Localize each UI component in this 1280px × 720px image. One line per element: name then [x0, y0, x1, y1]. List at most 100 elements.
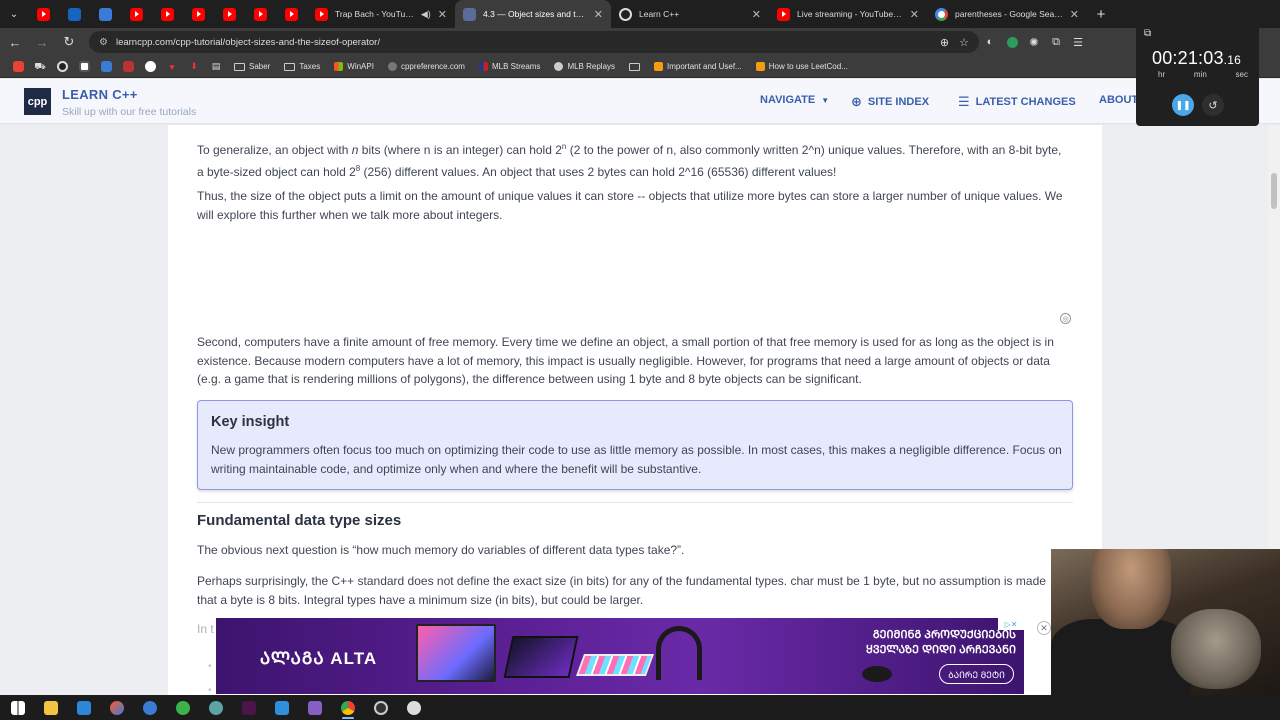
tab-trap-bach[interactable]: Trap Bach - YouTube ◀) ✕	[307, 0, 455, 28]
bookmark-folder-taxes[interactable]: Taxes	[278, 62, 326, 71]
pinned-tab[interactable]	[183, 0, 214, 28]
tab-learn-cpp[interactable]: Learn C++ ✕	[611, 0, 769, 28]
bookmark-document-icon[interactable]: ▤	[206, 57, 226, 77]
site-logo[interactable]: cpp	[24, 88, 51, 115]
bookmark-label: MLB Replays	[567, 62, 616, 71]
tab-object-sizes[interactable]: 4.3 — Object sizes and the size ✕	[455, 0, 611, 28]
app-icon[interactable]	[105, 697, 129, 719]
tab-google-search[interactable]: parentheses - Google Search ✕	[927, 0, 1087, 28]
close-tab-icon[interactable]: ✕	[438, 8, 447, 21]
article-content: To generalize, an object with n bits (wh…	[168, 125, 1102, 695]
bookmark-gmail-icon[interactable]	[8, 57, 28, 77]
extension-icon[interactable]: ☰	[1067, 31, 1089, 53]
timer-app-icon[interactable]	[402, 697, 426, 719]
bookmark-instagram-icon[interactable]	[74, 57, 94, 77]
forward-button[interactable]: →	[30, 30, 54, 54]
laptop-image	[503, 636, 579, 678]
pinned-tab[interactable]	[245, 0, 276, 28]
pinned-tab[interactable]	[214, 0, 245, 28]
pinned-tab[interactable]	[59, 0, 90, 28]
youtube-icon	[254, 7, 267, 21]
bookmark-folder-saber[interactable]: Saber	[228, 62, 276, 71]
scrollbar-thumb[interactable]	[1271, 173, 1277, 209]
app-icon[interactable]	[171, 697, 195, 719]
ad-info-icon[interactable]: ◎	[1060, 313, 1071, 324]
bookmark-heart-icon[interactable]: ♥	[162, 57, 182, 77]
bookmark-mlb-streams[interactable]: MLB Streams	[473, 62, 546, 71]
bookmark-label: How to use LeetCod...	[768, 62, 848, 71]
bullet-list: • •	[208, 655, 212, 695]
browser-toolbar: ← → ↻ ⚙ learncpp.com/cpp-tutorial/object…	[0, 28, 1280, 56]
back-button[interactable]: ←	[3, 30, 27, 54]
webcam-overlay	[1051, 549, 1280, 695]
bookmark-star-icon[interactable]: ☆	[959, 36, 969, 49]
bookmark-download-icon[interactable]: ⬇	[184, 57, 204, 77]
bookmark-car-icon[interactable]: ⛟	[30, 57, 50, 77]
nav-label: NAVIGATE	[760, 94, 816, 106]
close-tab-icon[interactable]: ✕	[594, 8, 603, 21]
ad-cta-button[interactable]: ᲑᲐᲘᲠᲔ ᲛᲔᲢᲘ	[939, 664, 1014, 684]
app-icon[interactable]	[138, 697, 162, 719]
bookmark-shield-icon[interactable]	[118, 57, 138, 77]
close-tab-icon[interactable]: ✕	[910, 8, 919, 21]
bookmark-mlb-replays[interactable]: MLB Replays	[548, 62, 621, 71]
close-tab-icon[interactable]: ✕	[752, 8, 761, 21]
reset-button[interactable]: ↺	[1202, 94, 1224, 116]
tab-title: parentheses - Google Search	[955, 9, 1063, 19]
youtube-icon	[777, 7, 790, 21]
youtube-icon	[161, 7, 174, 21]
unit-sec: sec	[1235, 70, 1248, 79]
pinned-tab[interactable]	[276, 0, 307, 28]
pause-button[interactable]: ❚❚	[1172, 94, 1194, 116]
nav-latest-changes[interactable]: ☰ LATEST CHANGES	[958, 94, 1076, 110]
reload-button[interactable]: ↻	[57, 30, 81, 54]
tab-youtube-studio[interactable]: Live streaming - YouTube Studio ✕	[769, 0, 927, 28]
site-brand[interactable]: LEARN C++	[62, 87, 138, 102]
close-tab-icon[interactable]: ✕	[1070, 8, 1079, 21]
vscode-icon[interactable]	[270, 697, 294, 719]
nav-about[interactable]: ABOUT	[1099, 94, 1138, 106]
bookmark-github-icon[interactable]	[52, 57, 72, 77]
address-bar[interactable]: ⚙ learncpp.com/cpp-tutorial/object-sizes…	[89, 31, 979, 53]
audio-app-icon[interactable]	[204, 697, 228, 719]
crosshair-icon: ⊕	[851, 94, 862, 109]
nav-navigate[interactable]: NAVIGATE ▼	[760, 94, 829, 106]
slack-icon[interactable]	[237, 697, 261, 719]
adchoices-icon[interactable]: ▷✕	[998, 618, 1024, 630]
bookmark-winapi[interactable]: WinAPI	[328, 62, 380, 71]
ad-banner[interactable]: ᲐᲚᲐᲒᲐ ALTA ᲒᲔᲘᲛᲘᲜᲒ ᲞᲠᲝᲓᲣᲥᲪᲘᲔᲑᲘᲡ ᲧᲕᲔᲚᲐᲖᲔ Დ…	[216, 618, 1024, 694]
extension-icon[interactable]: ◐	[979, 31, 1001, 53]
zoom-icon[interactable]: ⊕	[940, 36, 949, 49]
extensions-puzzle-icon[interactable]: ⧉	[1045, 31, 1067, 53]
paragraph-standard-sizes: Perhaps surprisingly, the C++ standard d…	[197, 574, 1046, 607]
bookmark-cppreference[interactable]: cppreference.com	[382, 62, 471, 71]
start-icon[interactable]	[6, 697, 30, 719]
bookmark-folder-unnamed[interactable]	[623, 62, 646, 71]
bookmark-leetcode-howto[interactable]: How to use LeetCod...	[750, 62, 854, 71]
tab-search-chevron-icon[interactable]: ⌄	[0, 0, 28, 28]
pinned-tab[interactable]	[121, 0, 152, 28]
pinned-tab[interactable]	[152, 0, 183, 28]
file-explorer-icon[interactable]	[39, 697, 63, 719]
ad-close-icon[interactable]: ✕	[1037, 621, 1051, 635]
new-tab-button[interactable]: +	[1087, 6, 1115, 23]
chrome-icon[interactable]	[336, 697, 360, 719]
visual-studio-icon[interactable]	[303, 697, 327, 719]
pinned-tab[interactable]	[90, 0, 121, 28]
bookmarks-bar: ⛟ ♥ ⬇ ▤ Saber Taxes WinAPI cppreference.…	[0, 56, 1280, 78]
time-main: 00:21:03	[1152, 48, 1224, 68]
extension-icon[interactable]: ✺	[1023, 31, 1045, 53]
bookmark-circle-icon[interactable]	[140, 57, 160, 77]
person-face	[1091, 549, 1171, 629]
site-info-icon[interactable]: ⚙	[99, 37, 108, 48]
speaker-icon[interactable]: ◀)	[421, 9, 431, 20]
nav-site-index[interactable]: ⊕ SITE INDEX	[851, 94, 929, 110]
popout-icon[interactable]: ⧉	[1144, 28, 1151, 39]
bookmark-important[interactable]: Important and Usef...	[648, 62, 748, 71]
nav-label: ABOUT	[1099, 94, 1139, 106]
store-icon[interactable]	[72, 697, 96, 719]
pinned-tab[interactable]	[28, 0, 59, 28]
obs-icon[interactable]	[369, 697, 393, 719]
grammarly-icon[interactable]	[1001, 31, 1023, 53]
bookmark-leetcode-icon[interactable]	[96, 57, 116, 77]
